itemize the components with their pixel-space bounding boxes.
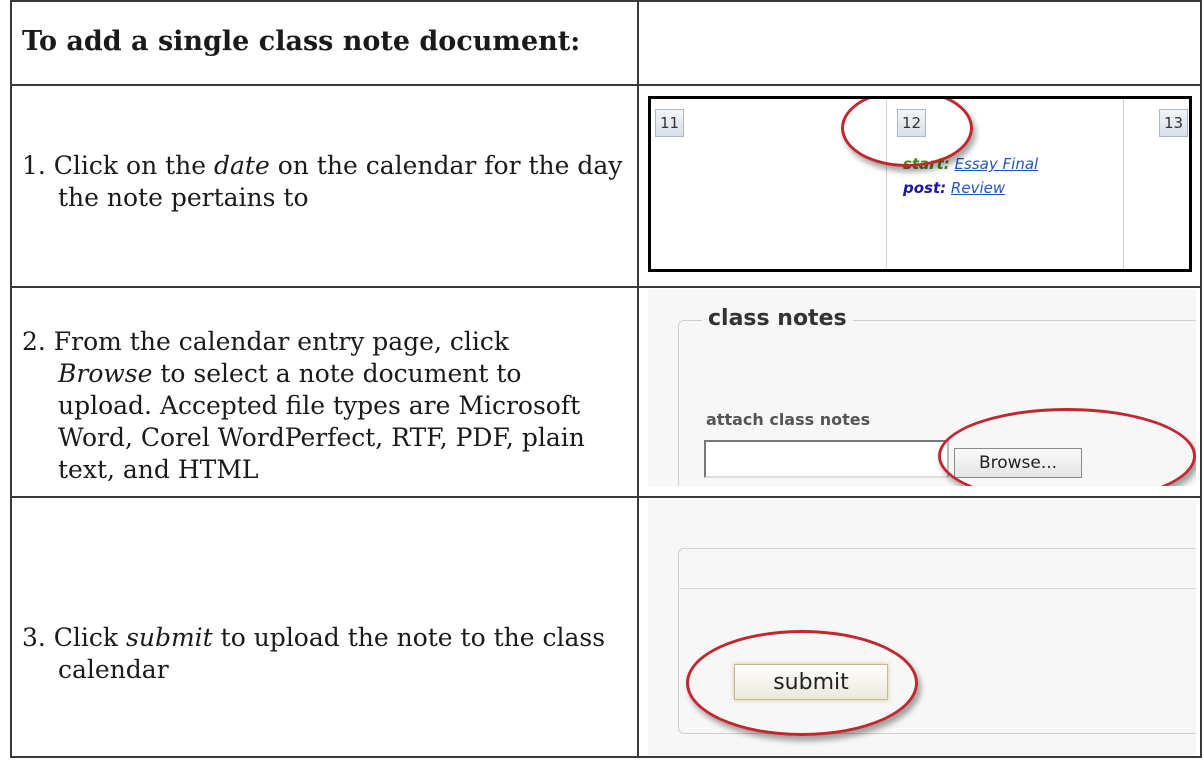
table-border-right	[1200, 0, 1202, 758]
submit-panel-divider	[678, 588, 1196, 589]
table-column-divider	[637, 0, 639, 758]
table-border-left	[10, 0, 12, 758]
step-2-number: 2.	[22, 327, 46, 356]
step-3-emphasis: submit	[126, 623, 213, 652]
table-title: To add a single class note document:	[22, 26, 581, 57]
file-path-input[interactable]	[704, 440, 949, 478]
calendar-column-divider	[1123, 99, 1124, 269]
table-border-bottom	[10, 756, 1202, 758]
attach-class-notes-label: attach class notes	[706, 410, 871, 429]
step-2-text: 2. From the calendar entry page, click B…	[22, 326, 602, 486]
step-2-emphasis: Browse	[58, 359, 153, 388]
class-notes-screenshot: class notes attach class notes Browse...	[648, 290, 1196, 486]
highlight-ring	[686, 630, 918, 736]
entry-link-review[interactable]: Review	[951, 179, 1005, 197]
table-border-top	[10, 0, 1202, 2]
row-divider-2	[10, 286, 1202, 288]
row-divider-3	[10, 496, 1202, 498]
step-1-emphasis: date	[214, 151, 270, 180]
calendar-day-11[interactable]: 11	[655, 109, 685, 137]
class-notes-legend: class notes	[702, 306, 853, 331]
step-2-pre: From the calendar entry page, click	[45, 327, 510, 356]
step-3-pre: Click	[45, 623, 127, 652]
step-1-pre: Click on the	[45, 151, 215, 180]
step-3-number: 3.	[22, 623, 46, 652]
calendar-screenshot: 11 12 13 start: Essay Final post: Review	[648, 96, 1192, 272]
calendar-day-13[interactable]: 13	[1159, 109, 1189, 137]
step-1-number: 1.	[22, 151, 46, 180]
step-3-text: 3. Click submit to upload the note to th…	[22, 622, 632, 686]
submit-screenshot: submit	[648, 500, 1196, 756]
row-divider-1	[10, 84, 1202, 86]
entry-label-post: post:	[903, 179, 947, 197]
entry-link-essay-final[interactable]: Essay Final	[955, 155, 1039, 173]
step-1-text: 1. Click on the date on the calendar for…	[22, 150, 632, 214]
calendar-entry-post: post: Review	[903, 179, 1005, 197]
